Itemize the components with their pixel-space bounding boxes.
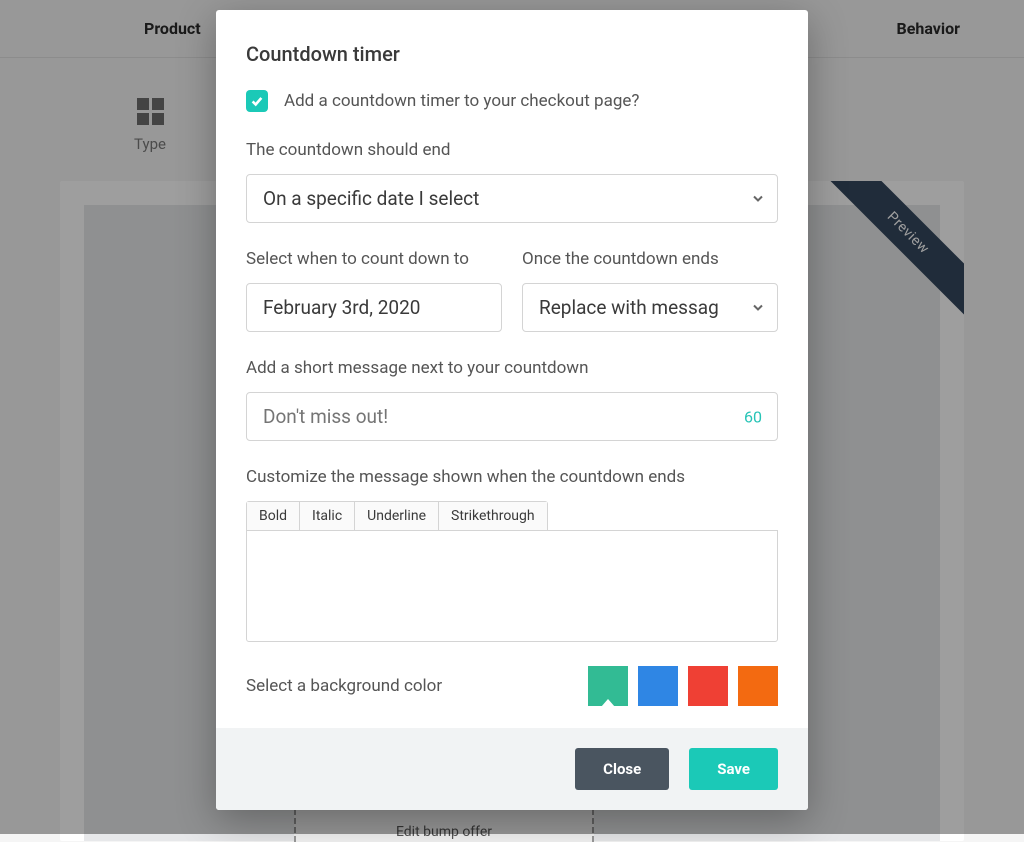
check-icon <box>250 94 264 108</box>
strikethrough-button[interactable]: Strikethrough <box>439 502 547 530</box>
color-swatch-red[interactable] <box>688 666 728 706</box>
enable-countdown-checkbox[interactable] <box>246 90 268 112</box>
modal-overlay[interactable]: Countdown timer Add a countdown timer to… <box>0 0 1024 834</box>
color-swatch-blue[interactable] <box>638 666 678 706</box>
modal-title: Countdown timer <box>246 42 778 66</box>
modal-footer: Close Save <box>216 728 808 810</box>
after-end-label: Once the countdown ends <box>522 249 778 269</box>
underline-button[interactable]: Underline <box>355 502 439 530</box>
editor-textarea[interactable] <box>246 530 778 642</box>
bold-button[interactable]: Bold <box>247 502 300 530</box>
countdown-date-input[interactable]: February 3rd, 2020 <box>246 283 502 332</box>
short-message-label: Add a short message next to your countdo… <box>246 358 778 378</box>
italic-button[interactable]: Italic <box>300 502 355 530</box>
rich-text-editor: Bold Italic Underline Strikethrough <box>246 501 778 642</box>
editor-toolbar: Bold Italic Underline Strikethrough <box>246 501 548 531</box>
customize-message-label: Customize the message shown when the cou… <box>246 467 778 487</box>
color-swatches <box>588 666 778 706</box>
end-mode-label: The countdown should end <box>246 140 778 160</box>
char-counter: 60 <box>744 407 762 426</box>
countdown-date-label: Select when to count down to <box>246 249 502 269</box>
after-end-select[interactable]: Replace with messag <box>522 283 778 332</box>
close-button[interactable]: Close <box>575 748 669 790</box>
countdown-timer-modal: Countdown timer Add a countdown timer to… <box>216 10 808 810</box>
save-button[interactable]: Save <box>689 748 778 790</box>
end-mode-select[interactable]: On a specific date I select <box>246 174 778 223</box>
enable-countdown-label: Add a countdown timer to your checkout p… <box>284 91 639 111</box>
bg-color-label: Select a background color <box>246 676 442 696</box>
color-swatch-teal[interactable] <box>588 666 628 706</box>
short-message-input[interactable] <box>246 392 778 441</box>
color-swatch-orange[interactable] <box>738 666 778 706</box>
